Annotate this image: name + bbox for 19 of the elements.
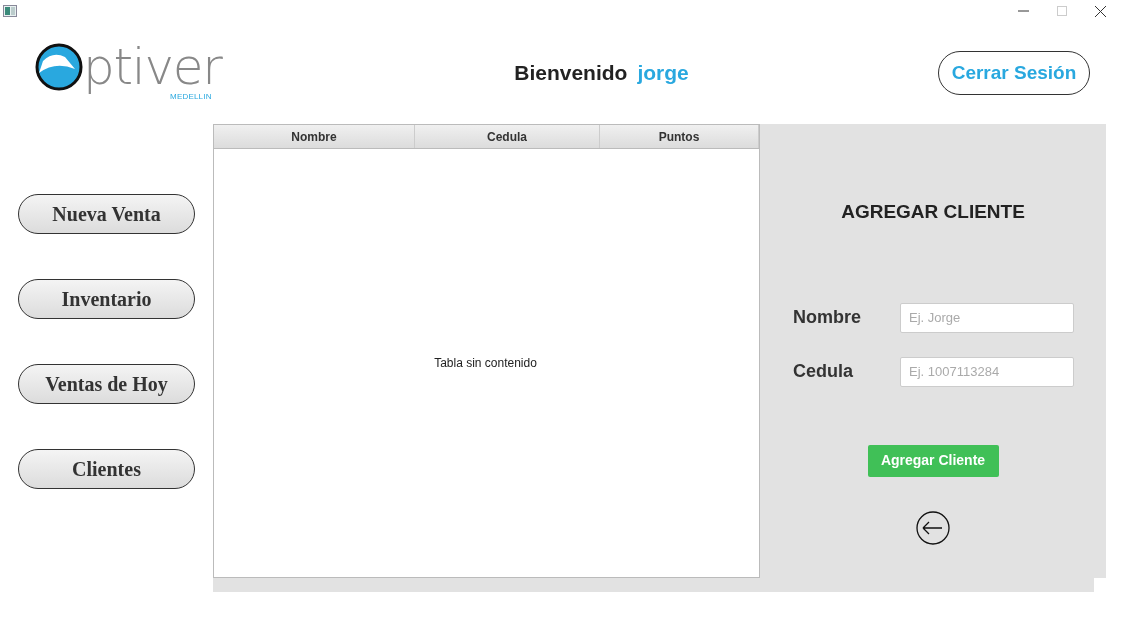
empty-table-message: Tabla sin contenido <box>434 355 537 372</box>
input-field[interactable]: Ej. Jorge <box>900 302 1074 333</box>
field-label: Cedula <box>793 360 854 383</box>
greeting-text: Bienvenido <box>514 60 628 87</box>
input-field[interactable]: Ej. 1007113284 <box>900 356 1074 387</box>
menu-button[interactable]: Clientes <box>18 449 195 489</box>
close-icon[interactable] <box>1095 5 1106 17</box>
logo-city: MEDELLIN <box>170 92 212 103</box>
user-name: jorge <box>637 60 689 87</box>
column-header[interactable]: Cedula <box>415 125 600 148</box>
menu-button[interactable]: Ventas de Hoy <box>18 364 195 404</box>
menu-button[interactable]: Inventario <box>18 279 195 319</box>
eagle-logo-icon <box>35 43 83 91</box>
menu-button[interactable]: Nueva Venta <box>18 194 195 234</box>
column-header[interactable]: Puntos <box>600 125 759 148</box>
form-title: AGREGAR CLIENTE <box>841 200 1025 224</box>
field-label: Nombre <box>793 306 862 329</box>
column-header[interactable]: Nombre <box>214 125 415 148</box>
app-icon <box>3 5 17 17</box>
